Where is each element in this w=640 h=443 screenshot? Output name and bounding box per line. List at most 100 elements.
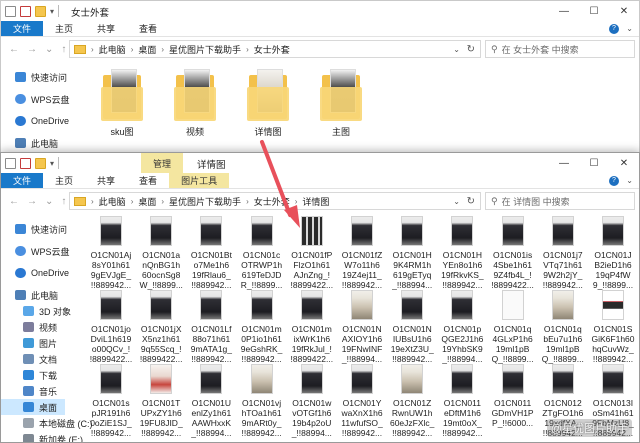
forward-icon[interactable]: →: [27, 196, 37, 207]
sidebar-item-quick-access[interactable]: 快速访问: [1, 69, 67, 85]
tab-picture-tools[interactable]: 图片工具: [169, 173, 230, 188]
sidebar-item-music[interactable]: 音乐: [1, 383, 65, 399]
sidebar-item-drive-e[interactable]: 新加卷 (E:): [1, 431, 83, 442]
tab-home[interactable]: 主页: [43, 21, 85, 36]
file-item[interactable]: O1CN01Lf 88o71h61 9mATA1g_ !!889942...: [186, 290, 236, 364]
file-item[interactable]: O1CN01m ixWrK1h6 19fRkJul_! !8899422...: [287, 290, 337, 364]
file-item[interactable]: O1CN011 GDmVH1P P_!!6000...: [488, 364, 538, 428]
breadcrumb-downloader[interactable]: 星优图片下载助手: [169, 43, 241, 56]
file-item[interactable]: O1CN01J B2ieD1h6 19qP4fW 9_!!8899...: [588, 216, 638, 290]
sidebar-item-this-pc[interactable]: 此电脑: [1, 287, 65, 303]
search-box[interactable]: ⚲ 在 女士外套 中搜索: [485, 40, 635, 58]
search-box[interactable]: ⚲ 在 详情图 中搜索: [485, 192, 635, 210]
expand-ribbon-icon[interactable]: ⌄: [626, 176, 633, 185]
back-icon[interactable]: ←: [9, 196, 19, 207]
forward-icon[interactable]: →: [27, 44, 37, 55]
up-icon[interactable]: ↑: [61, 196, 66, 207]
file-item[interactable]: O1CN01w vOTGf1h6 19b4p2oU _!!88994...: [287, 364, 337, 438]
address-dropdown-icon[interactable]: ⌄: [453, 197, 460, 206]
sidebar-item-wps-cloud[interactable]: WPS云盘: [1, 91, 70, 107]
file-item[interactable]: O1CN01j7 VTq71h61 9W2h2jY_ !!889942...: [538, 216, 588, 290]
recent-dropdown-icon[interactable]: ⌄: [45, 196, 53, 207]
folder-sku[interactable]: sku图: [96, 69, 148, 138]
tab-file[interactable]: 文件: [1, 173, 44, 188]
sidebar-item-desktop[interactable]: 桌面: [1, 399, 65, 415]
breadcrumb-current[interactable]: 女士外套: [254, 43, 290, 56]
sidebar-item-this-pc[interactable]: 此电脑: [1, 135, 65, 151]
new-folder-icon[interactable]: [35, 5, 46, 17]
file-item[interactable]: O1CN011 eDftM1h6 19mt0oX_ !!889942...: [437, 364, 487, 438]
sidebar-item-quick-access[interactable]: 快速访问: [1, 221, 67, 237]
sidebar-item-onedrive[interactable]: OneDrive: [1, 113, 69, 129]
context-tab-manage[interactable]: 管理: [141, 153, 184, 173]
breadcrumb-this-pc[interactable]: 此电脑: [99, 43, 126, 56]
sidebar-item-wps-cloud[interactable]: WPS云盘: [1, 243, 70, 259]
help-icon[interactable]: ?: [609, 24, 619, 34]
folder-video[interactable]: 视频: [169, 69, 221, 138]
file-item[interactable]: O1CN01jo DviL1h619 o00QCv_! !8899422...: [86, 290, 136, 364]
file-item[interactable]: O1CN01q 4GLxP1h6 19ml1pB Q_!!8899...: [488, 290, 538, 364]
breadcrumb-desktop[interactable]: 桌面: [138, 195, 156, 208]
file-item[interactable]: O1CN01Y waXnX1h6 11wfufSO_ !!889942...: [337, 364, 387, 438]
breadcrumb-downloader[interactable]: 星优图片下载助手: [169, 195, 241, 208]
sidebar-item-onedrive[interactable]: OneDrive: [1, 265, 69, 281]
address-bar[interactable]: › 此电脑 › 桌面 › 星优图片下载助手 › 女士外套 ⌄ ↻: [69, 40, 481, 58]
file-item[interactable]: O1CN01U enlZy1h61 AAWHxxK _!!88994...: [186, 364, 236, 438]
sidebar-item-pictures[interactable]: 图片: [1, 335, 65, 351]
file-item[interactable]: O1CN01S GiK6F1h60 hqCuvWz_ !!889942...: [588, 290, 638, 364]
file-item[interactable]: O1CN01m 0P1io1h61 9eGshRK_ !!889942...: [237, 290, 287, 364]
file-item[interactable]: O1CN01p QGE2J1h6 19YhbSK9 _!!88994...: [437, 290, 487, 364]
folder-detail[interactable]: 详情图: [242, 69, 294, 138]
properties-icon[interactable]: [20, 5, 31, 17]
file-item[interactable]: O1CN01q bEu7u1h6 19ml1pB Q_!!8899...: [538, 290, 588, 364]
file-item[interactable]: O1CN01fP FlzO1h61 AJnZng_! !8899422...: [287, 216, 337, 290]
file-item[interactable]: O1CN01N IUBsU1h6 19eXtZ3U_ !!889942...: [387, 290, 437, 364]
tab-view[interactable]: 查看: [127, 21, 169, 36]
file-item[interactable]: O1CN01is 4Sbe1h61 9Z4fb4L_! !8899422...: [488, 216, 538, 290]
refresh-icon[interactable]: ↻: [467, 44, 475, 55]
file-item[interactable]: O1CN01Bt o7Me1h6 19fRlau6_ !!889942...: [186, 216, 236, 290]
file-item[interactable]: O1CN01c OTRWP1h 619TeDJD R_!!8899...: [237, 216, 287, 290]
file-item[interactable]: O1CN01s pJR191h6 0oZiE1SJ_ !!889942...: [86, 364, 136, 438]
properties-icon[interactable]: [20, 157, 31, 169]
file-item[interactable]: O1CN01a nQnBG1h 60ocnSg8 W_!!8899...: [136, 216, 186, 290]
back-icon[interactable]: ←: [9, 44, 19, 55]
breadcrumb-current[interactable]: 详情图: [302, 195, 329, 208]
address-dropdown-icon[interactable]: ⌄: [453, 45, 460, 54]
file-item[interactable]: O1CN01vj hTOa1h61 9mARt0y_ !!889942...: [237, 364, 287, 438]
expand-ribbon-icon[interactable]: ⌄: [626, 24, 633, 33]
sidebar-item-3d-objects[interactable]: 3D 对象: [1, 303, 71, 319]
tab-share[interactable]: 共享: [85, 21, 127, 36]
tab-file[interactable]: 文件: [1, 21, 44, 36]
file-item[interactable]: O1CN01H 9K4RM1h 619gETyq _!!88994...: [387, 216, 437, 290]
file-item[interactable]: O1CN01H YEn8o1h6 19fRkvKS_ !!889942...: [437, 216, 487, 290]
recent-dropdown-icon[interactable]: ⌄: [45, 44, 53, 55]
close-icon[interactable]: ✕: [609, 153, 639, 173]
address-bar[interactable]: › 此电脑 › 桌面 › 星优图片下载助手 › 女士外套 › 详情图 ⌄ ↻: [69, 192, 481, 210]
minimize-icon[interactable]: —: [549, 153, 579, 173]
sidebar-item-drive-c[interactable]: 本地磁盘 (C:): [1, 415, 93, 431]
folder-main[interactable]: 主图: [315, 69, 367, 138]
customize-dropdown-icon[interactable]: ▾: [50, 159, 54, 168]
up-icon[interactable]: ↑: [61, 44, 66, 55]
file-item[interactable]: O1CN01Aj 8sY01h61 9gEVJgE_ !!889942...: [86, 216, 136, 290]
sidebar-item-documents[interactable]: 文档: [1, 351, 65, 367]
close-icon[interactable]: ✕: [609, 1, 639, 21]
maximize-icon[interactable]: ☐: [579, 1, 609, 21]
breadcrumb-this-pc[interactable]: 此电脑: [99, 195, 126, 208]
help-icon[interactable]: ?: [609, 176, 619, 186]
maximize-icon[interactable]: ☐: [579, 153, 609, 173]
customize-dropdown-icon[interactable]: ▾: [50, 7, 54, 16]
tab-view[interactable]: 查看: [127, 173, 169, 188]
file-item[interactable]: O1CN01Z RwnUW1h 60eJzFXlc_ !!889942...: [387, 364, 437, 438]
sidebar-item-downloads[interactable]: 下载: [1, 367, 65, 383]
tab-share[interactable]: 共享: [85, 173, 127, 188]
breadcrumb-parent[interactable]: 女士外套: [254, 195, 290, 208]
breadcrumb-desktop[interactable]: 桌面: [138, 43, 156, 56]
new-folder-icon[interactable]: [35, 157, 46, 169]
minimize-icon[interactable]: —: [549, 1, 579, 21]
file-item[interactable]: O1CN01jX X5nz1h61 9q55Scq_! !8899422...: [136, 290, 186, 364]
file-item[interactable]: O1CN01fZ W7o11h6 19Z4ej11_ !!889942...: [337, 216, 387, 290]
sidebar-item-videos[interactable]: 视频: [1, 319, 65, 335]
file-item[interactable]: O1CN01T UPxZY1h6 19FU8JID_ !!889942...: [136, 364, 186, 438]
